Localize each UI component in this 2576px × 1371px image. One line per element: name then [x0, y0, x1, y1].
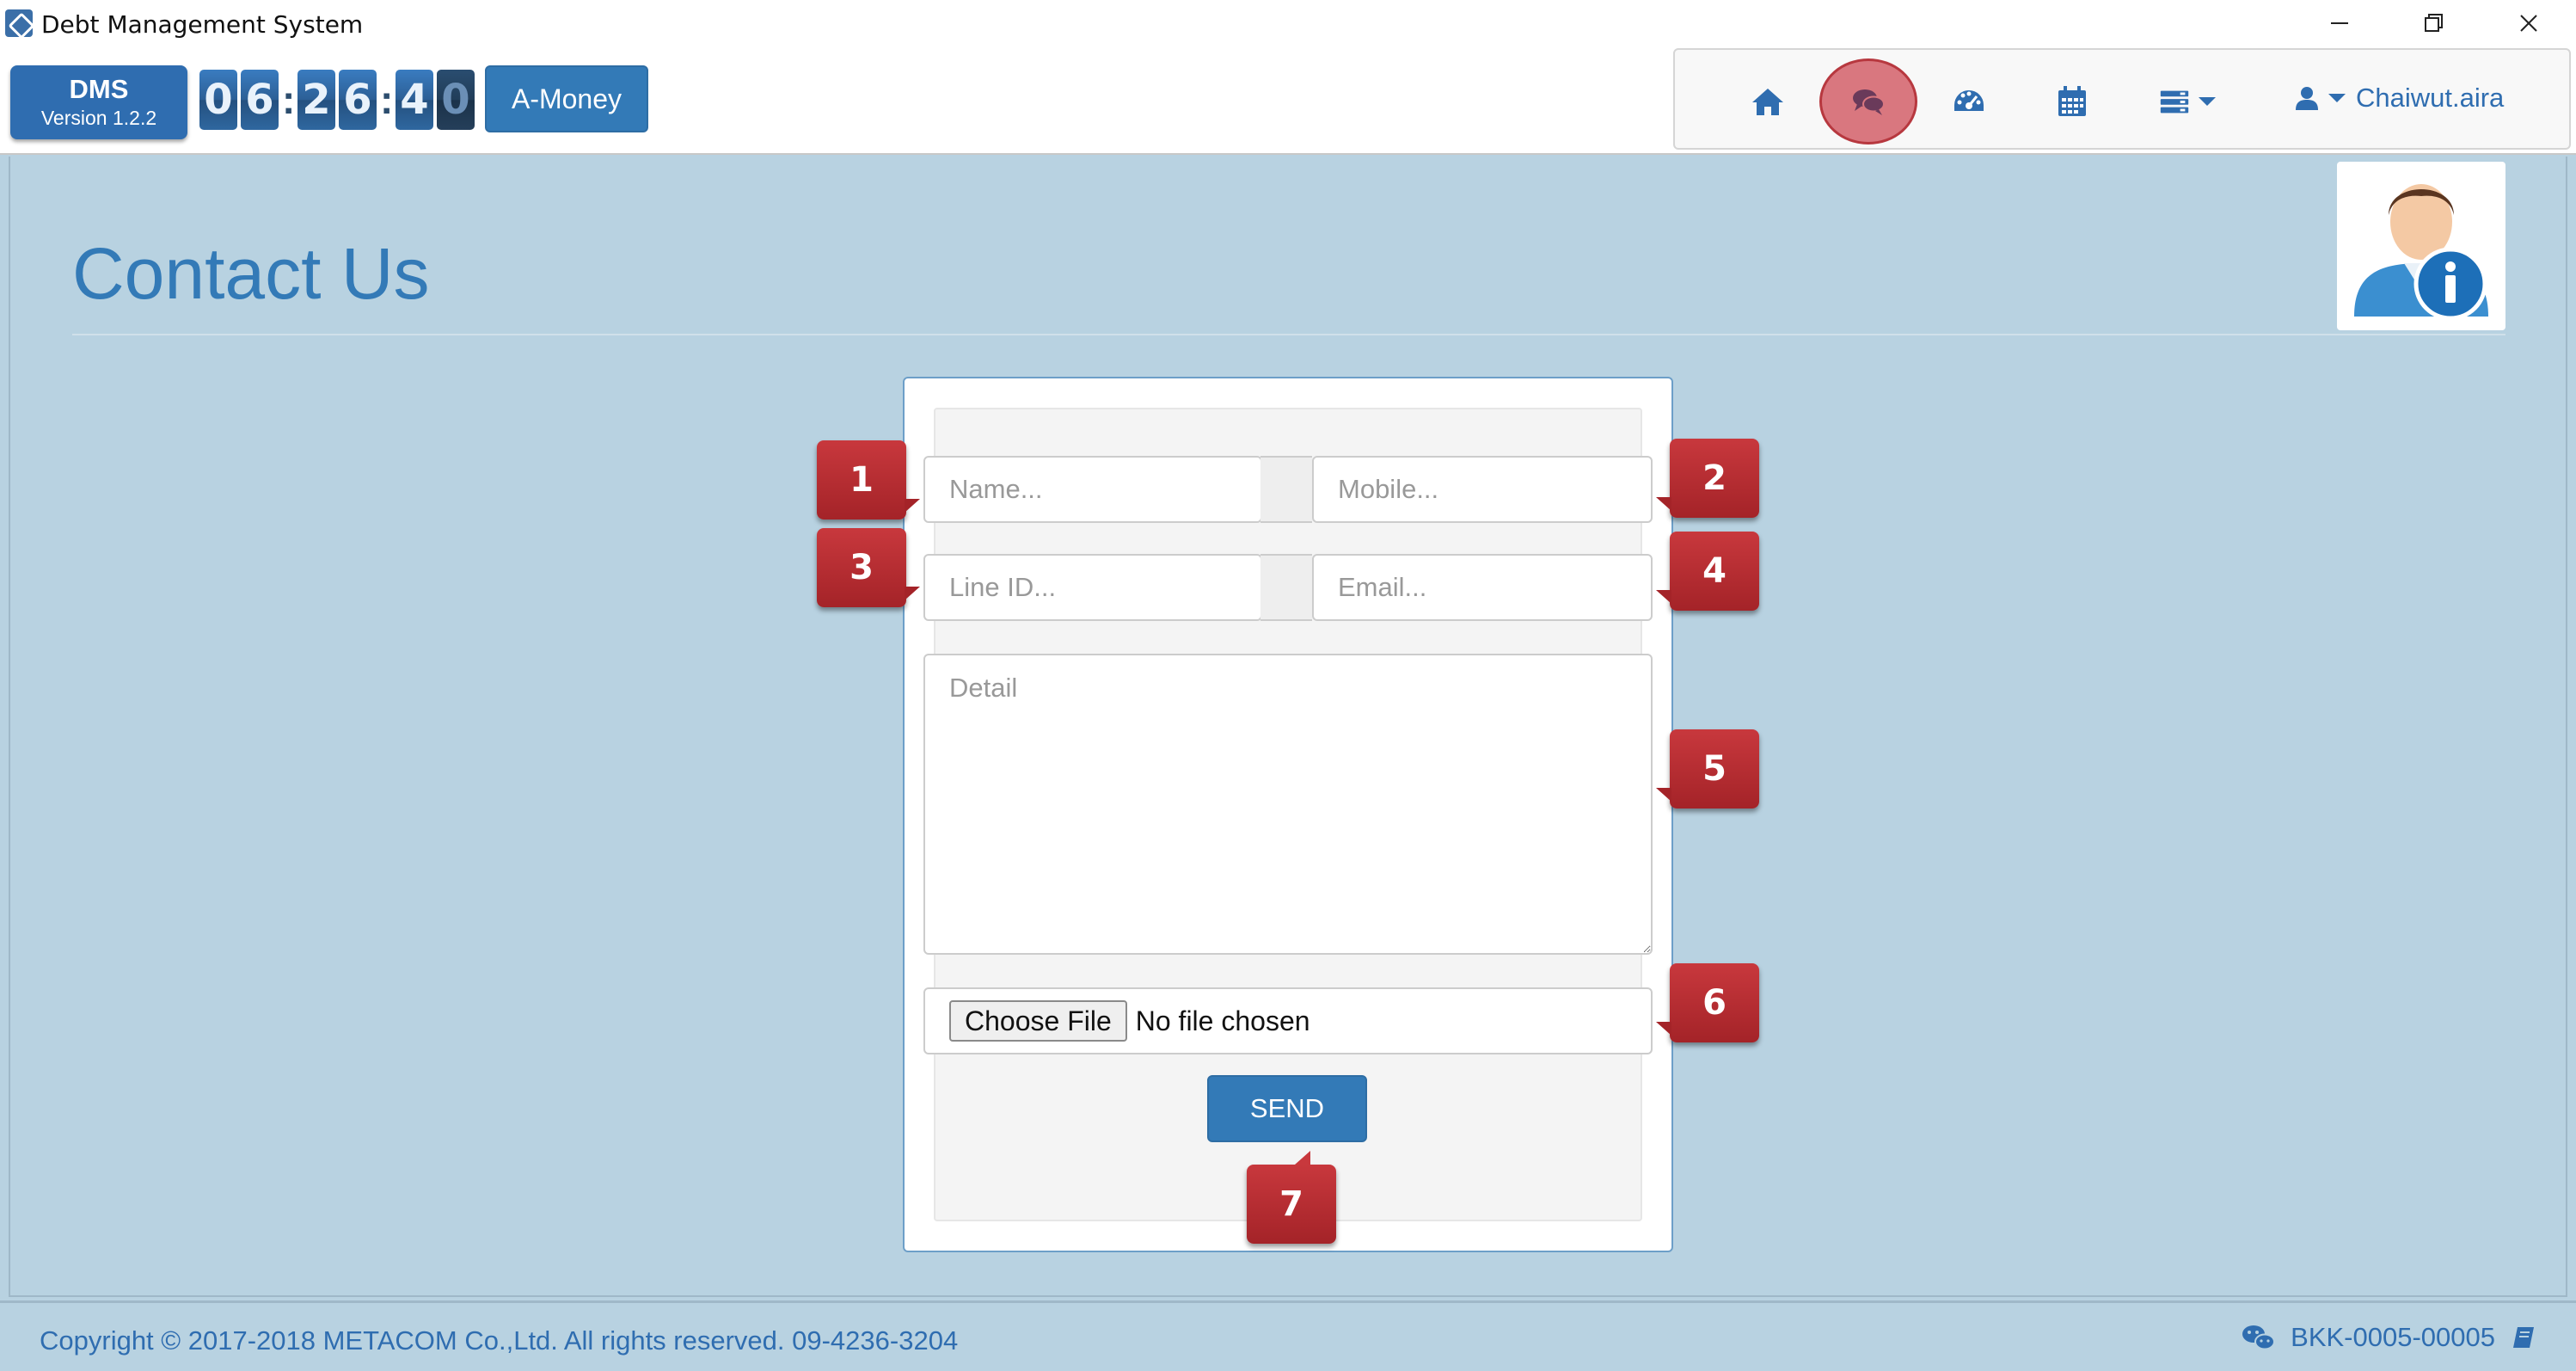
- user-icon: [2296, 87, 2318, 110]
- book-icon[interactable]: [2511, 1325, 2536, 1350]
- close-button[interactable]: [2481, 0, 2576, 46]
- clock-digit: 0: [437, 70, 475, 130]
- callout-5: 5: [1656, 729, 1759, 808]
- chevron-down-icon: [2199, 97, 2216, 106]
- minimize-button[interactable]: [2292, 0, 2387, 46]
- clock-digit: 4: [396, 70, 433, 130]
- branch-info: BKK-0005-00005: [2241, 1322, 2536, 1353]
- clock-digit: 6: [339, 70, 377, 130]
- copyright-text: Copyright © 2017-2018 METACOM Co.,Ltd. A…: [40, 1325, 959, 1356]
- callout-3: 3: [817, 528, 920, 607]
- version-label: Version 1.2.2: [40, 107, 157, 129]
- clock-separator: :: [380, 77, 394, 122]
- callout-1: 1: [817, 440, 920, 520]
- chevron-down-icon: [2328, 94, 2346, 102]
- window-title: Debt Management System: [41, 10, 364, 39]
- branch-code: BKK-0005-00005: [2291, 1322, 2495, 1352]
- callout-6: 6: [1656, 963, 1759, 1042]
- name-field[interactable]: [923, 456, 1262, 523]
- footer: Copyright © 2017-2018 METACOM Co.,Ltd. A…: [0, 1300, 2576, 1371]
- clock-digit: 2: [297, 70, 335, 130]
- flip-clock: 0 6 : 2 6 : 4 0: [199, 65, 478, 134]
- line-id-field[interactable]: [923, 554, 1262, 621]
- top-toolbar: DMS Version 1.2.2 0 6 : 2 6 : 4 0 A-Mone…: [0, 46, 2576, 155]
- app-logo-icon: [5, 9, 33, 37]
- company-button[interactable]: A-Money: [485, 65, 648, 132]
- clock-digit: 0: [199, 70, 237, 130]
- detail-textarea[interactable]: [923, 654, 1653, 955]
- calendar-icon[interactable]: [2039, 69, 2105, 134]
- server-menu-icon[interactable]: [2139, 69, 2234, 134]
- window-titlebar: Debt Management System: [0, 0, 2576, 46]
- user-name: Chaiwut.aira: [2356, 83, 2505, 113]
- dashboard-icon[interactable]: [1936, 69, 2002, 134]
- restore-button[interactable]: [2387, 0, 2481, 46]
- mobile-field[interactable]: [1312, 456, 1653, 523]
- contact-info-avatar: [2337, 162, 2505, 330]
- send-button[interactable]: SEND: [1207, 1075, 1367, 1142]
- title-divider: [72, 334, 2505, 335]
- callout-7: 7: [1247, 1151, 1336, 1244]
- dms-brand-badge[interactable]: DMS Version 1.2.2: [10, 65, 187, 139]
- chat-icon[interactable]: [1819, 58, 1917, 144]
- wechat-icon[interactable]: [2241, 1323, 2276, 1352]
- callout-4: 4: [1656, 532, 1759, 611]
- input-addon: [1260, 554, 1312, 621]
- callout-2: 2: [1656, 439, 1759, 518]
- brand-name: DMS: [69, 74, 129, 104]
- clock-digit: 6: [241, 70, 279, 130]
- choose-file-button[interactable]: Choose File: [949, 1000, 1127, 1042]
- page-title: Contact Us: [72, 233, 430, 314]
- clock-separator: :: [282, 77, 296, 122]
- home-icon[interactable]: [1735, 69, 1800, 134]
- email-field[interactable]: [1312, 554, 1653, 621]
- user-menu[interactable]: Chaiwut.aira: [2294, 81, 2504, 115]
- user-info-icon: [2354, 184, 2488, 321]
- file-upload-field[interactable]: Choose File No file chosen: [923, 987, 1653, 1054]
- file-status: No file chosen: [1135, 1005, 1310, 1036]
- input-addon: [1260, 456, 1312, 523]
